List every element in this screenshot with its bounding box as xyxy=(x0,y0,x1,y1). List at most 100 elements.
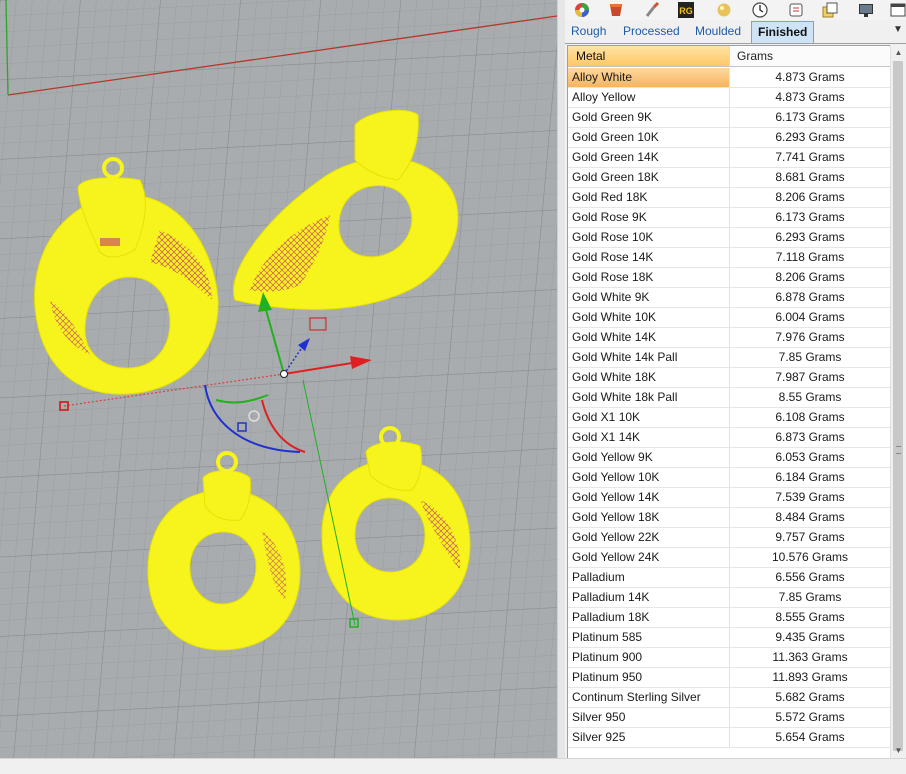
grams-cell[interactable]: 9.435 Grams xyxy=(730,628,891,648)
grams-cell[interactable]: 10.576 Grams xyxy=(730,548,891,568)
metal-cell[interactable]: Gold Green 18K xyxy=(568,168,730,188)
metal-cell[interactable]: Gold White 10K xyxy=(568,308,730,328)
table-row[interactable]: Gold Yellow 10K 6.184 Grams xyxy=(568,468,891,488)
table-row[interactable]: Gold White 9K 6.878 Grams xyxy=(568,288,891,308)
metal-cell[interactable]: Gold Yellow 24K xyxy=(568,548,730,568)
metal-cell[interactable]: Gold Yellow 18K xyxy=(568,508,730,528)
table-row[interactable]: Gold White 18K 7.987 Grams xyxy=(568,368,891,388)
grams-cell[interactable]: 4.873 Grams xyxy=(730,88,891,108)
table-row[interactable]: Gold Yellow 22K 9.757 Grams xyxy=(568,528,891,548)
table-row[interactable]: Palladium 18K 8.555 Grams xyxy=(568,608,891,628)
metal-cell[interactable]: Platinum 950 xyxy=(568,668,730,688)
grams-cell[interactable]: 5.682 Grams xyxy=(730,688,891,708)
tab-finished[interactable]: Finished xyxy=(751,21,815,43)
table-row[interactable]: Palladium 6.556 Grams xyxy=(568,568,891,588)
metal-cell[interactable]: Gold Yellow 14K xyxy=(568,488,730,508)
printer-icon[interactable] xyxy=(787,1,805,19)
grams-cell[interactable]: 7.976 Grams xyxy=(730,328,891,348)
table-row[interactable]: Gold Rose 9K 6.173 Grams xyxy=(568,208,891,228)
metal-cell[interactable]: Gold Green 14K xyxy=(568,148,730,168)
scrollbar-thumb[interactable] xyxy=(893,61,903,751)
table-row[interactable]: Gold Green 9K 6.173 Grams xyxy=(568,108,891,128)
tab-rough[interactable]: Rough xyxy=(565,21,612,42)
metal-cell[interactable]: Gold Rose 9K xyxy=(568,208,730,228)
table-row[interactable]: Gold Yellow 9K 6.053 Grams xyxy=(568,448,891,468)
table-row[interactable]: Silver 925 5.654 Grams xyxy=(568,728,891,748)
grams-cell[interactable]: 11.893 Grams xyxy=(730,668,891,688)
grams-cell[interactable]: 6.173 Grams xyxy=(730,208,891,228)
metal-cell[interactable]: Silver 925 xyxy=(568,728,730,748)
metal-cell[interactable]: Platinum 900 xyxy=(568,648,730,668)
table-row[interactable]: Silver 950 5.572 Grams xyxy=(568,708,891,728)
metal-cell[interactable]: Gold Rose 14K xyxy=(568,248,730,268)
grams-cell[interactable]: 6.053 Grams xyxy=(730,448,891,468)
metal-cell[interactable]: Gold White 18K xyxy=(568,368,730,388)
metal-cell[interactable]: Gold Rose 18K xyxy=(568,268,730,288)
scroll-up-arrow-icon[interactable]: ▲ xyxy=(891,45,906,60)
table-row[interactable]: Gold Green 14K 7.741 Grams xyxy=(568,148,891,168)
grams-cell[interactable]: 7.85 Grams xyxy=(730,348,891,368)
column-header-grams[interactable]: Grams xyxy=(730,46,891,67)
table-row[interactable]: Alloy White 4.873 Grams xyxy=(568,68,891,88)
grams-cell[interactable]: 7.741 Grams xyxy=(730,148,891,168)
grams-cell[interactable]: 6.108 Grams xyxy=(730,408,891,428)
color-wheel-icon[interactable] xyxy=(573,1,591,19)
metal-cell[interactable]: Gold X1 10K xyxy=(568,408,730,428)
grams-cell[interactable]: 6.293 Grams xyxy=(730,128,891,148)
table-row[interactable]: Gold Rose 10K 6.293 Grams xyxy=(568,228,891,248)
grams-cell[interactable]: 8.555 Grams xyxy=(730,608,891,628)
metal-cell[interactable]: Alloy White xyxy=(568,68,730,88)
metal-cell[interactable]: Gold White 14K xyxy=(568,328,730,348)
metal-cell[interactable]: Gold White 18k Pall xyxy=(568,388,730,408)
metal-cell[interactable]: Gold Red 18K xyxy=(568,188,730,208)
grams-cell[interactable]: 8.206 Grams xyxy=(730,188,891,208)
table-row[interactable]: Gold Rose 18K 8.206 Grams xyxy=(568,268,891,288)
grams-cell[interactable]: 6.556 Grams xyxy=(730,568,891,588)
tab-dropdown-arrow-icon[interactable]: ▼ xyxy=(892,24,904,38)
metal-cell[interactable]: Palladium 14K xyxy=(568,588,730,608)
tab-processed[interactable]: Processed xyxy=(617,21,686,42)
metal-cell[interactable]: Gold Green 10K xyxy=(568,128,730,148)
table-row[interactable]: Alloy Yellow 4.873 Grams xyxy=(568,88,891,108)
metal-cell[interactable]: Gold X1 14K xyxy=(568,428,730,448)
metal-cell[interactable]: Gold Green 9K xyxy=(568,108,730,128)
grams-cell[interactable]: 7.987 Grams xyxy=(730,368,891,388)
grams-cell[interactable]: 8.206 Grams xyxy=(730,268,891,288)
material-icon[interactable] xyxy=(607,1,625,19)
monitor-icon[interactable] xyxy=(857,1,875,19)
table-row[interactable]: Gold White 18k Pall 8.55 Grams xyxy=(568,388,891,408)
table-vertical-scrollbar[interactable]: ▲ ▼ xyxy=(890,45,906,758)
gold-sphere-icon[interactable] xyxy=(715,1,733,19)
table-row[interactable]: Gold Rose 14K 7.118 Grams xyxy=(568,248,891,268)
metal-cell[interactable]: Continum Sterling Silver xyxy=(568,688,730,708)
table-row[interactable]: Gold White 14K 7.976 Grams xyxy=(568,328,891,348)
table-row[interactable]: Platinum 950 11.893 Grams xyxy=(568,668,891,688)
table-row[interactable]: Gold Green 18K 8.681 Grams xyxy=(568,168,891,188)
grams-cell[interactable]: 6.878 Grams xyxy=(730,288,891,308)
grams-cell[interactable]: 6.293 Grams xyxy=(730,228,891,248)
grams-cell[interactable]: 5.572 Grams xyxy=(730,708,891,728)
grams-cell[interactable]: 7.118 Grams xyxy=(730,248,891,268)
table-row[interactable]: Platinum 900 11.363 Grams xyxy=(568,648,891,668)
table-row[interactable]: Gold Red 18K 8.206 Grams xyxy=(568,188,891,208)
metal-cell[interactable]: Gold Yellow 9K xyxy=(568,448,730,468)
table-row[interactable]: Platinum 585 9.435 Grams xyxy=(568,628,891,648)
column-header-metal[interactable]: Metal xyxy=(568,46,730,67)
metal-cell[interactable]: Silver 950 xyxy=(568,708,730,728)
grams-cell[interactable]: 6.873 Grams xyxy=(730,428,891,448)
clock-icon[interactable] xyxy=(751,1,769,19)
layer-icon[interactable] xyxy=(821,1,839,19)
metal-cell[interactable]: Palladium 18K xyxy=(568,608,730,628)
table-row[interactable]: Gold Green 10K 6.293 Grams xyxy=(568,128,891,148)
grams-cell[interactable]: 6.004 Grams xyxy=(730,308,891,328)
metal-cell[interactable]: Gold Yellow 22K xyxy=(568,528,730,548)
table-row[interactable]: Gold Yellow 18K 8.484 Grams xyxy=(568,508,891,528)
gumball-origin[interactable] xyxy=(280,370,288,378)
table-row[interactable]: Continum Sterling Silver 5.682 Grams xyxy=(568,688,891,708)
grams-cell[interactable]: 7.85 Grams xyxy=(730,588,891,608)
scroll-down-arrow-icon[interactable]: ▼ xyxy=(891,743,906,758)
grams-cell[interactable]: 8.484 Grams xyxy=(730,508,891,528)
grams-cell[interactable]: 8.681 Grams xyxy=(730,168,891,188)
rg-icon[interactable]: RG xyxy=(677,1,695,19)
table-row[interactable]: Gold X1 14K 6.873 Grams xyxy=(568,428,891,448)
